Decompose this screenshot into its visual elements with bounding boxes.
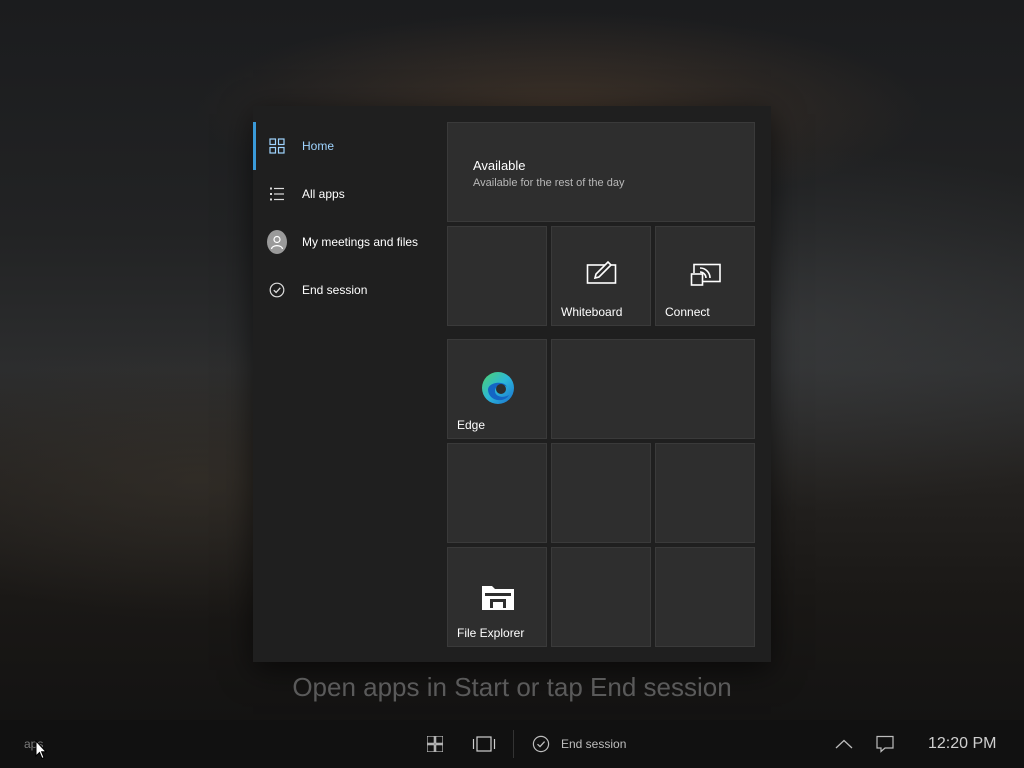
nav-item-label: End session	[302, 283, 368, 297]
file-explorer-folder-icon	[481, 582, 515, 617]
notifications-icon[interactable]	[874, 734, 896, 754]
taskbar-clock[interactable]: 12:20 PM	[928, 735, 996, 753]
start-nav: Home All apps My meetings and files End …	[253, 122, 443, 314]
all-apps-list-icon	[267, 184, 287, 204]
avatar-icon	[267, 230, 287, 254]
nav-item-home[interactable]: Home	[253, 122, 443, 170]
tile-label: Edge	[457, 418, 486, 432]
file-explorer-tile[interactable]: File Explorer	[447, 547, 547, 647]
nav-item-label: My meetings and files	[302, 235, 419, 249]
nav-item-label: All apps	[302, 187, 345, 201]
whiteboard-icon	[586, 259, 618, 290]
tile-label: Whiteboard	[561, 305, 623, 319]
edge-tile[interactable]: Edge	[447, 339, 547, 439]
start-menu: Home All apps My meetings and files End …	[253, 106, 771, 662]
empty-tile	[447, 226, 547, 326]
task-view-icon[interactable]	[471, 734, 497, 754]
start-hint-text: Open apps in Start or tap End session	[292, 672, 732, 702]
home-grid-icon	[267, 136, 287, 156]
taskbar-divider	[513, 730, 514, 758]
tile-label: File Explorer	[457, 626, 525, 640]
nav-item-label: Home	[302, 139, 335, 153]
empty-wide-tile	[551, 339, 755, 439]
empty-tile	[447, 443, 547, 543]
empty-tile	[655, 443, 755, 543]
status-title: Available	[473, 158, 526, 173]
taskbar: aps End session 12:20 PM	[0, 720, 1024, 768]
nav-item-end-session[interactable]: End session	[253, 266, 443, 314]
nav-item-my-meetings[interactable]: My meetings and files	[253, 218, 443, 266]
status-subtitle: Available for the rest of the day	[473, 177, 625, 189]
taskbar-end-session-button[interactable]: End session	[561, 737, 626, 751]
chevron-up-icon[interactable]	[834, 734, 854, 754]
availability-status-tile[interactable]: Available Available for the rest of the …	[447, 122, 755, 222]
empty-tile	[551, 443, 651, 543]
end-session-checkmark-icon[interactable]	[531, 734, 551, 754]
empty-tile	[655, 547, 755, 647]
empty-tile	[551, 547, 651, 647]
whiteboard-tile[interactable]: Whiteboard	[551, 226, 651, 326]
windows-start-icon[interactable]	[425, 734, 445, 754]
connect-tile[interactable]: Connect	[655, 226, 755, 326]
checkmark-circle-icon	[267, 280, 287, 300]
nav-item-all-apps[interactable]: All apps	[253, 170, 443, 218]
connect-cast-icon	[690, 263, 722, 292]
mouse-cursor-icon	[35, 739, 48, 760]
tile-label: Connect	[665, 305, 710, 319]
edge-browser-icon	[480, 370, 516, 411]
